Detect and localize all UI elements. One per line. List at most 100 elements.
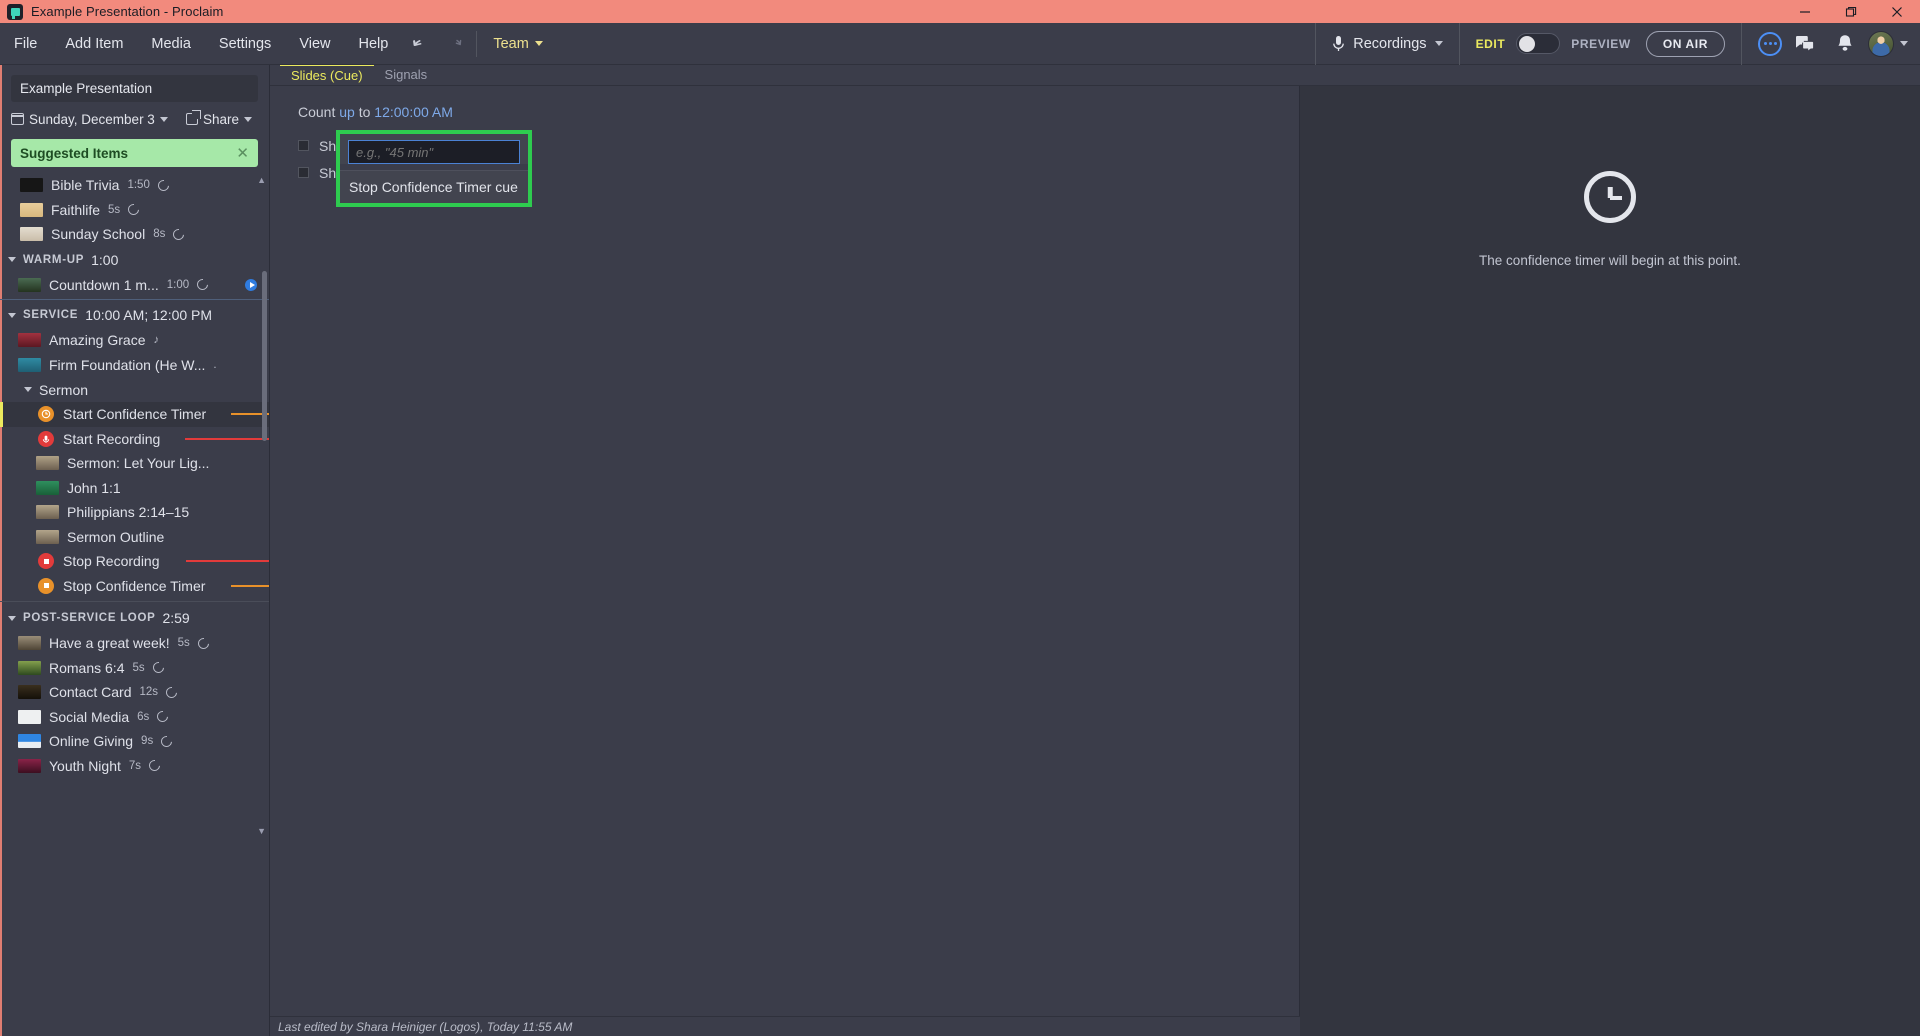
list-item[interactable]: Amazing Grace ♪ <box>0 328 269 353</box>
chevron-down-icon <box>8 257 16 262</box>
presentation-name-field[interactable]: Example Presentation <box>11 75 258 102</box>
subgroup-header-sermon[interactable]: Sermon <box>0 377 269 402</box>
duration-input[interactable] <box>348 140 520 164</box>
list-item[interactable]: John 1:1 <box>0 476 269 501</box>
menu-add-item[interactable]: Add Item <box>51 23 137 65</box>
notifications-icon[interactable] <box>1828 27 1862 61</box>
sidebar-scrollbar[interactable] <box>262 271 267 441</box>
list-item[interactable]: Bible Trivia 1:50 <box>0 173 269 198</box>
cue-line <box>185 437 269 440</box>
cue-stop-recording[interactable]: Stop Recording <box>0 549 269 574</box>
cue-stop-confidence-timer[interactable]: Stop Confidence Timer <box>0 574 269 599</box>
more-options-icon[interactable] <box>1758 31 1782 56</box>
item-duration: 8s <box>153 228 166 241</box>
chat-icon[interactable] <box>1788 27 1822 61</box>
cue-label: Stop Confidence Timer <box>63 577 206 594</box>
item-thumbnail <box>36 505 59 520</box>
minimize-button[interactable] <box>1782 0 1828 23</box>
list-item[interactable]: Romans 6:4 5s <box>0 656 269 681</box>
edit-preview-toggle[interactable]: EDIT PREVIEW ON AIR <box>1458 22 1741 65</box>
list-item[interactable]: Contact Card 12s <box>0 680 269 705</box>
share-dropdown[interactable]: Share <box>185 112 252 127</box>
group-name: WARM-UP <box>23 253 85 266</box>
show-over-checkbox[interactable] <box>298 140 309 151</box>
list-item[interactable]: Youth Night 7s <box>0 754 269 779</box>
list-item[interactable]: Sermon Outline <box>0 525 269 550</box>
play-icon[interactable] <box>245 278 257 291</box>
item-thumbnail <box>18 758 41 773</box>
menu-media[interactable]: Media <box>137 23 205 65</box>
service-item-list[interactable]: Bible Trivia 1:50 Faithlife 5s Sunday Sc… <box>0 171 269 1036</box>
close-button[interactable] <box>1874 0 1920 23</box>
list-item[interactable]: Philippians 2:14–15 <box>0 500 269 525</box>
list-item[interactable]: Faithlife 5s <box>0 198 269 223</box>
undo-icon[interactable] <box>402 27 436 61</box>
item-label: Sunday School <box>51 226 146 243</box>
cue-start-confidence-timer[interactable]: Start Confidence Timer <box>0 402 269 427</box>
chevron-down-icon <box>1434 41 1443 46</box>
suggested-items-banner[interactable]: Suggested Items ✕ <box>11 139 258 167</box>
list-item[interactable]: Countdown 1 m... 1:00 <box>0 273 269 298</box>
item-thumbnail <box>20 202 43 217</box>
group-header-post-service-loop[interactable]: POST-SERVICE LOOP 2:59 <box>0 605 269 631</box>
chevron-down-icon <box>8 312 16 318</box>
item-duration: 9s <box>141 735 154 748</box>
list-item[interactable]: Sermon: Let Your Lig... <box>0 451 269 476</box>
show-on-checkbox[interactable] <box>298 167 309 178</box>
duration-popup[interactable]: Stop Confidence Timer cue <box>336 130 532 207</box>
loop-icon <box>163 684 180 700</box>
menu-file[interactable]: File <box>0 23 51 65</box>
list-item[interactable]: Online Giving 9s <box>0 729 269 754</box>
item-duration: 5s <box>177 637 190 650</box>
maximize-button[interactable] <box>1828 0 1874 23</box>
chevron-down-icon <box>8 615 16 621</box>
mode-toggle-switch[interactable] <box>1516 33 1561 54</box>
item-thumbnail <box>18 636 41 651</box>
scroll-up-icon[interactable]: ▲ <box>257 175 266 185</box>
list-item[interactable]: Sunday School 8s <box>0 222 269 247</box>
scroll-down-icon[interactable]: ▼ <box>257 826 266 836</box>
item-duration: 6s <box>137 710 150 723</box>
item-thumbnail <box>18 357 41 372</box>
group-header-service[interactable]: SERVICE 10:00 AM; 12:00 PM <box>0 302 269 328</box>
tab-signals[interactable]: Signals <box>374 64 439 85</box>
list-item[interactable]: Have a great week! 5s <box>0 631 269 656</box>
item-thumbnail <box>18 660 41 675</box>
loop-icon <box>150 660 166 676</box>
clock-cue-icon <box>36 406 56 423</box>
item-thumbnail <box>36 456 59 471</box>
tab-slides-cue[interactable]: Slides (Cue) <box>280 64 374 85</box>
group-header-warmup[interactable]: WARM-UP 1:00 <box>0 247 269 273</box>
count-target-time[interactable]: 12:00:00 AM <box>374 104 453 120</box>
proclaim-logo-icon <box>7 3 23 20</box>
item-note: . <box>213 358 217 371</box>
count-direction-dropdown[interactable]: up <box>339 104 355 120</box>
menubar: File Add Item Media Settings View Help T… <box>0 22 1920 65</box>
menu-view[interactable]: View <box>285 23 344 65</box>
recordings-dropdown[interactable]: Recordings <box>1315 22 1458 65</box>
item-thumbnail <box>20 227 43 242</box>
user-avatar[interactable] <box>1868 30 1894 57</box>
item-label: Social Media <box>49 708 130 725</box>
team-dropdown[interactable]: Team <box>483 23 552 65</box>
on-air-button[interactable]: ON AIR <box>1645 30 1725 57</box>
cue-editor: Count up to 12:00:00 AM Show over Show o… <box>270 86 1300 1016</box>
list-item[interactable]: Social Media 6s <box>0 705 269 730</box>
redo-icon[interactable] <box>436 27 470 61</box>
loop-icon <box>125 202 142 218</box>
presentation-sidebar: Example Presentation Sunday, December 3 … <box>0 65 270 1036</box>
cue-label: Start Confidence Timer <box>63 406 207 423</box>
list-item[interactable]: Firm Foundation (He W... . <box>0 353 269 378</box>
menu-settings[interactable]: Settings <box>205 23 285 65</box>
loop-icon <box>158 733 175 749</box>
cue-start-recording[interactable]: Start Recording <box>0 427 269 452</box>
item-duration: 5s <box>132 661 145 674</box>
close-icon[interactable]: ✕ <box>236 144 249 162</box>
chevron-down-icon[interactable] <box>1900 41 1908 46</box>
count-settings-line: Count up to 12:00:00 AM <box>298 104 1299 120</box>
chevron-down-icon <box>244 116 252 122</box>
stop-confidence-timer-cue-option[interactable]: Stop Confidence Timer cue <box>340 170 528 203</box>
group-name: POST-SERVICE LOOP <box>23 612 156 624</box>
menu-help[interactable]: Help <box>344 23 402 65</box>
date-dropdown[interactable]: Sunday, December 3 <box>10 112 168 127</box>
